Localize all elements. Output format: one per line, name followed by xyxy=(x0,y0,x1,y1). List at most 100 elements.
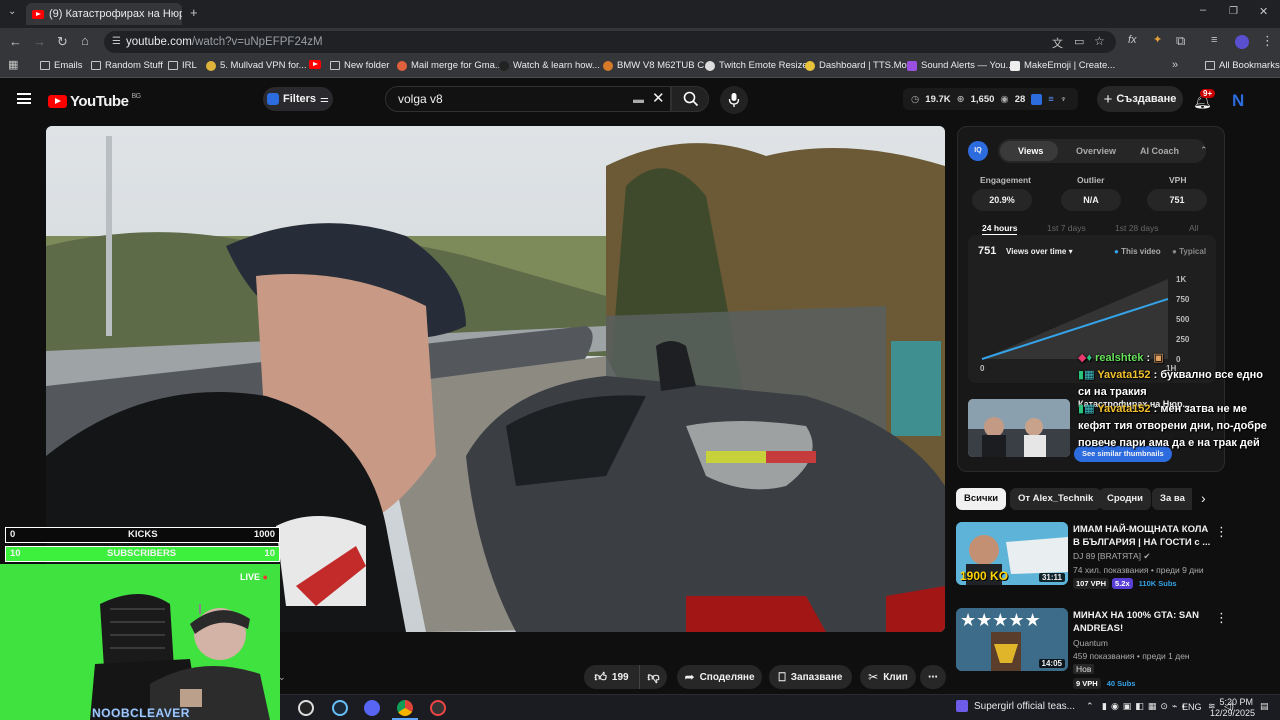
bookmark-dashboard[interactable]: Dashboard | TTS.Mo... xyxy=(805,60,915,71)
stream-stats: ◷ 19.7K ⊛ 1,650 ◉ 28 ≡ ♆ xyxy=(903,88,1078,110)
media-control-icon[interactable]: ≡ xyxy=(1211,35,1217,46)
rec-title[interactable]: МИНАХ НА 100% GTA: SAN ANDREAS! xyxy=(1073,609,1211,635)
rec-title[interactable]: ИМАМ НАЙ-МОЩНАТА КОЛА В БЪЛГАРИЯ | НА ГО… xyxy=(1073,523,1211,549)
bookmark-bmw[interactable]: BMW V8 M62TUB C... xyxy=(603,60,712,71)
bookmark-random-stuff[interactable]: Random Stuff xyxy=(91,60,163,71)
dislike-button[interactable]: 👎︎ xyxy=(639,665,667,689)
tab-overview[interactable]: Overview xyxy=(1076,146,1116,156)
rec-thumbnail[interactable]: ★★★★★ 14:05 xyxy=(956,608,1068,671)
steam-icon[interactable] xyxy=(332,700,348,716)
bookmarks-overflow-icon[interactable]: » xyxy=(1172,60,1178,71)
chip-related[interactable]: Сродни xyxy=(1099,488,1151,510)
clock-date[interactable]: 12/29/2025 xyxy=(1200,708,1255,718)
channel-avatar[interactable]: N xyxy=(1232,91,1244,111)
new-tab-icon[interactable]: + xyxy=(190,6,198,19)
media-player-widget[interactable]: Supergirl official teas... xyxy=(956,700,1075,712)
keyboard-icon[interactable]: ▬ xyxy=(633,88,644,112)
kicks-label: KICKS xyxy=(128,529,158,540)
share-button[interactable]: ➦ Споделяне xyxy=(677,665,762,689)
tab-views[interactable]: Views xyxy=(1018,146,1043,156)
tray-icons[interactable]: ▮◉▣◧▦⊙⌁◐ xyxy=(1102,701,1191,712)
bookmark-star-icon[interactable]: ☆ xyxy=(1094,34,1105,48)
all-bookmarks[interactable]: All Bookmarks xyxy=(1205,60,1280,71)
discord-icon[interactable] xyxy=(364,700,380,716)
list-icon[interactable]: ≡ xyxy=(1048,94,1054,105)
legend-this-video: ● This video xyxy=(1114,247,1161,256)
bookmark-new-folder[interactable]: New folder xyxy=(330,60,389,71)
search-button[interactable] xyxy=(671,86,709,112)
create-button[interactable]: + Създаване xyxy=(1097,86,1183,112)
home-icon[interactable]: ⌂ xyxy=(81,34,89,47)
chip-from-channel[interactable]: От Alex_Technik xyxy=(1010,488,1102,510)
rec-menu-icon[interactable]: ⋮ xyxy=(1215,610,1228,626)
bookmark-emails[interactable]: Emails xyxy=(40,60,83,71)
rec-views-age: 459 показвания • преди 1 ден xyxy=(1073,651,1190,661)
y-tick-label: 1K xyxy=(1176,275,1186,284)
profile-avatar[interactable] xyxy=(1235,35,1249,49)
notification-center-icon[interactable]: ▤ xyxy=(1260,701,1269,712)
bookmark-watch-learn[interactable]: Watch & learn how... xyxy=(499,60,600,71)
youtube-logo[interactable]: YouTube BG xyxy=(48,93,141,110)
collapse-chevron-icon[interactable]: ⌃ xyxy=(1200,145,1208,156)
chip-for-you[interactable]: За ва xyxy=(1152,488,1192,510)
reload-icon[interactable]: ↻ xyxy=(57,35,68,48)
chip-all[interactable]: Всички xyxy=(956,488,1007,510)
site-info-icon[interactable]: ☰ xyxy=(112,36,121,47)
back-icon[interactable]: ← xyxy=(9,35,22,48)
chips-next-chevron-icon[interactable]: › xyxy=(1201,490,1206,506)
bookmark-irl[interactable]: IRL xyxy=(168,60,197,71)
voice-search-button[interactable] xyxy=(720,86,748,114)
rec-menu-icon[interactable]: ⋮ xyxy=(1215,524,1228,540)
graph-metric-select[interactable]: Views over time ▾ xyxy=(1006,247,1073,256)
cast-icon[interactable]: ▭ xyxy=(1074,35,1084,48)
browser-tab[interactable]: (9) Катастрофирах на Нюр ✕ xyxy=(26,3,182,25)
vidiq-small-icon[interactable] xyxy=(1031,93,1043,105)
period-all[interactable]: All xyxy=(1189,223,1198,233)
obs-icon[interactable] xyxy=(430,700,446,716)
taskbar-app-icon-1[interactable] xyxy=(298,700,314,716)
bookmark-mail-merge[interactable]: Mail merge for Gma... xyxy=(397,60,503,71)
bookmark-mullvad[interactable]: 5. Mullvad VPN for... xyxy=(206,60,307,71)
rec-thumbnail[interactable]: 1900 KO 31:11 xyxy=(956,522,1068,585)
like-button[interactable]: 👍︎ 199 xyxy=(584,665,639,689)
chrome-icon[interactable] xyxy=(397,700,413,716)
bookmark-sound-alerts[interactable]: Sound Alerts — You... xyxy=(907,60,1013,71)
save-button[interactable]: ⎕ Запазване xyxy=(769,665,852,689)
more-actions-button[interactable]: ⋯ xyxy=(920,665,946,689)
browser-menu-icon[interactable]: ⋮ xyxy=(1261,34,1274,47)
tray-overflow-icon[interactable]: ⌃ xyxy=(1086,701,1094,712)
tab-ai-coach[interactable]: AI Coach xyxy=(1140,146,1179,156)
bookmark-twitch-emote[interactable]: Twitch Emote Resizer xyxy=(705,60,811,71)
extension-leaf-icon[interactable]: ✦ xyxy=(1153,35,1162,46)
search-input[interactable]: volga v8 ▬ ✕ xyxy=(385,86,671,112)
filters-button[interactable]: Filters ⚌ xyxy=(263,87,333,111)
webcam-overlay: LIVE ● NOOBCLEAVER xyxy=(0,564,280,720)
extensions-icon[interactable]: ⧉ xyxy=(1176,34,1185,47)
award-icon[interactable]: ♆ xyxy=(1060,94,1067,105)
close-window-icon[interactable]: ✕ xyxy=(1259,7,1268,18)
rec-channel[interactable]: Quantum xyxy=(1073,638,1108,648)
keyboard-language[interactable]: ENG xyxy=(1182,702,1202,712)
minimize-icon[interactable]: – xyxy=(1200,5,1206,16)
clock-time[interactable]: 5:20 PM xyxy=(1213,697,1253,707)
watch-icon xyxy=(499,60,509,71)
bookmark-makeemoji[interactable]: MakeEmoji | Create... xyxy=(1010,60,1115,71)
rec-channel[interactable]: DJ 89 [BRATЯТА] ✔ xyxy=(1073,551,1151,562)
period-28d[interactable]: 1st 28 days xyxy=(1115,223,1158,233)
menu-icon[interactable] xyxy=(17,93,31,104)
restore-icon[interactable]: ❐ xyxy=(1229,7,1238,17)
forward-icon[interactable]: → xyxy=(33,35,46,48)
extension-formula-icon[interactable]: fx xyxy=(1128,35,1137,46)
translate-icon[interactable]: 文 xyxy=(1052,35,1063,51)
period-24h[interactable]: 24 hours xyxy=(982,223,1018,235)
tab-search-icon[interactable]: ⌄ xyxy=(8,7,16,17)
thumbnail-preview[interactable] xyxy=(968,399,1070,457)
windows-taskbar: Supergirl official teas... ⌃ ▮◉▣◧▦⊙⌁◐ EN… xyxy=(280,694,1280,720)
clip-button[interactable]: ✂ Клип xyxy=(860,665,916,689)
bookmark-youtube[interactable] xyxy=(309,60,321,69)
period-7d[interactable]: 1st 7 days xyxy=(1047,223,1086,233)
thumbnail-image xyxy=(968,399,1070,457)
clear-search-icon[interactable]: ✕ xyxy=(652,87,665,111)
address-bar[interactable]: ☰ youtube.com/watch?v=uNpEFPF24zM 文 ▭ ☆ xyxy=(104,31,1116,53)
apps-grid-icon[interactable]: ▦ xyxy=(8,60,18,71)
